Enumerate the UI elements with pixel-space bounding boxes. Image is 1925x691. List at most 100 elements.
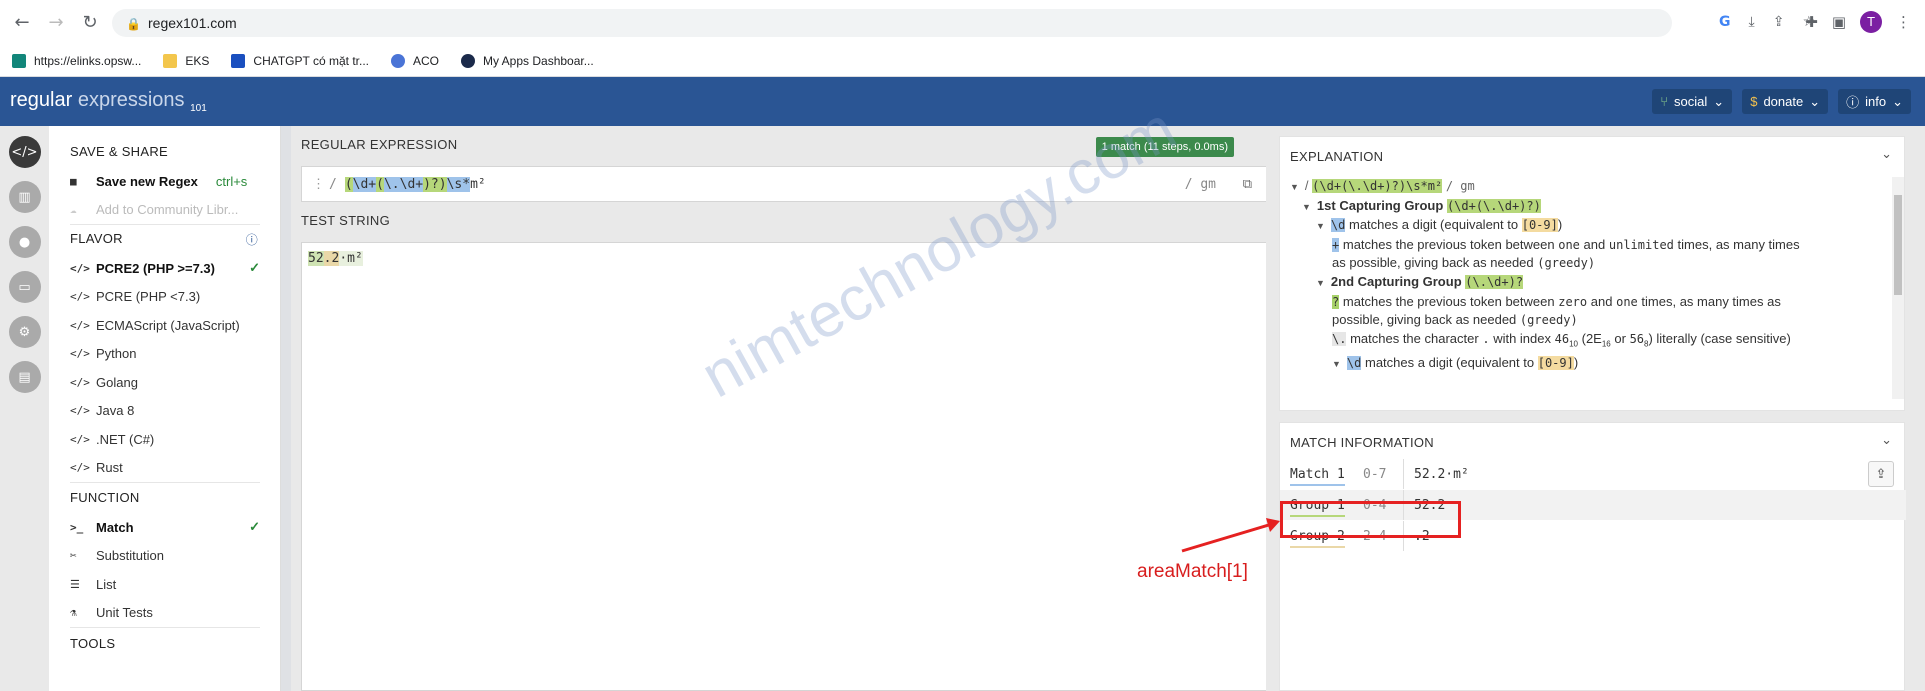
side-panel-icon[interactable]: ▣ xyxy=(1832,13,1846,31)
test-string-input[interactable]: 52.2·m² xyxy=(301,242,1267,691)
code-icon: </> xyxy=(70,404,90,418)
function-match[interactable]: >_ Match ✓ xyxy=(70,513,260,542)
donate-button[interactable]: $ donate ⌄ xyxy=(1742,89,1829,114)
icon-bar: </> ▥ ● ▭ ⚙ ▤ xyxy=(0,126,49,691)
triangle-icon[interactable]: ▼ xyxy=(1302,202,1311,212)
code-icon: </> xyxy=(70,347,90,361)
plus-token-line: + matches the previous token between one… xyxy=(1332,236,1800,252)
regex-flags[interactable]: / gm xyxy=(1185,177,1216,192)
regex-section-title: REGULAR EXPRESSION xyxy=(301,137,458,152)
install-icon[interactable]: ⤓ xyxy=(1749,14,1755,30)
save-share-title: SAVE & SHARE xyxy=(70,144,169,159)
function-substitution[interactable]: ✂ Substitution xyxy=(70,542,260,571)
chevron-down-icon: ⌄ xyxy=(1713,93,1725,109)
cloud-icon: ☁ xyxy=(70,203,77,217)
profile-avatar[interactable]: T xyxy=(1860,11,1882,33)
dot-token-line: \. matches the character . with index 46… xyxy=(1332,330,1791,349)
site-icon xyxy=(231,53,246,68)
bookmark-chatgpt[interactable]: CHATGPT có mặt tr... xyxy=(231,53,369,68)
explanation-scrollbar[interactable] xyxy=(1892,177,1904,399)
dollar-icon: $ xyxy=(1750,94,1758,109)
regex-text: (\d+(\.\d+)?)\s*m² xyxy=(344,176,486,192)
explanation-title: EXPLANATION xyxy=(1290,149,1384,164)
chevron-down-icon: ⌄ xyxy=(1892,93,1903,109)
terminal-icon: >_ xyxy=(70,520,84,534)
flavor-golang[interactable]: </> Golang xyxy=(70,368,260,397)
check-icon: ✓ xyxy=(249,260,260,276)
add-to-library-button: ☁ Add to Community Libr... xyxy=(70,202,239,218)
code-icon: </> xyxy=(70,290,90,304)
bookmark-aco[interactable]: ACO xyxy=(390,53,439,68)
chat-icon[interactable]: ▤ xyxy=(8,361,41,393)
library-icon[interactable]: ▥ xyxy=(8,181,41,213)
user-icon[interactable]: ● xyxy=(8,226,41,258)
share-page-icon[interactable]: ⇪ xyxy=(1773,14,1785,30)
match-name: Match 1 xyxy=(1290,466,1345,486)
settings-icon[interactable]: ⚙ xyxy=(8,316,41,348)
app-header: regular expressions 101 ⑂ social ⌄ $ donate… xyxy=(0,77,1925,126)
folder-icon xyxy=(163,53,178,68)
browser-toolbar: ← → ↻ 🔒 regex101.com G ⤓ ⇪ ☆ ✚ ▣ T ⋮ xyxy=(0,0,1925,45)
regex-input[interactable]: ⋮ / (\d+(\.\d+)?)\s*m² / gm ⧉ xyxy=(301,166,1267,202)
extensions-icon[interactable]: ✚ xyxy=(1805,13,1818,31)
flavor-ecmascript[interactable]: </> ECMAScript (JavaScript) xyxy=(70,311,260,340)
help-icon[interactable]: ⓘ xyxy=(246,231,258,248)
chevron-down-icon[interactable]: ⌄ xyxy=(1881,433,1892,448)
copy-icon[interactable]: ⧉ xyxy=(1243,177,1252,192)
lock-icon: 🔒 xyxy=(126,17,141,31)
group2-heading: ▼ 2nd Capturing Group (\.\d+)? xyxy=(1316,273,1524,289)
triangle-icon[interactable]: ▼ xyxy=(1316,278,1325,288)
match-row[interactable]: Match 1 0-7 52.2·m² xyxy=(1280,459,1906,489)
plus-token-line-2: as possible, giving back as needed (gree… xyxy=(1332,255,1596,271)
triangle-icon[interactable]: ▼ xyxy=(1316,221,1325,231)
scrollbar-thumb[interactable] xyxy=(1894,195,1902,295)
function-list[interactable]: ☰ List xyxy=(70,570,260,599)
code-icon[interactable]: </> xyxy=(8,136,41,168)
digit-token-line: ▼ \d matches a digit (equivalent to [0-9]… xyxy=(1316,217,1563,233)
flavor-java8[interactable]: </> Java 8 xyxy=(70,397,260,426)
scissors-icon: ✂ xyxy=(70,549,77,563)
question-token-line-2: possible, giving back as needed (greedy) xyxy=(1332,312,1578,328)
check-icon: ✓ xyxy=(249,519,260,535)
google-icon[interactable]: G xyxy=(1719,14,1731,30)
info-button[interactable]: ⓘ info ⌄ xyxy=(1838,89,1911,114)
address-bar[interactable]: 🔒 regex101.com xyxy=(112,9,1672,37)
header-buttons: ⑂ social ⌄ $ donate ⌄ ⓘ info ⌄ xyxy=(1652,89,1911,114)
flavor-dotnet[interactable]: </> .NET (C#) xyxy=(70,425,260,454)
triangle-icon[interactable]: ▼ xyxy=(1332,359,1341,369)
bookmark-eks[interactable]: EKS xyxy=(163,53,209,68)
tools-title: TOOLS xyxy=(70,636,116,651)
regex-delimiter: / xyxy=(329,176,337,192)
function-unit-tests[interactable]: ⚗ Unit Tests xyxy=(70,599,260,628)
drag-handle-icon[interactable]: ⋮ xyxy=(312,177,325,192)
logo[interactable]: regular expressions 101 xyxy=(10,89,207,114)
url-text: regex101.com xyxy=(148,15,237,31)
code-icon: </> xyxy=(70,318,90,332)
flavor-title: FLAVOR ⓘ xyxy=(70,231,258,248)
quiz-icon[interactable]: ▭ xyxy=(8,271,41,303)
menu-icon[interactable]: ⋮ xyxy=(1896,13,1911,31)
code-icon: </> xyxy=(70,375,90,389)
flavor-pcre2[interactable]: </> PCRE2 (PHP >=7.3) ✓ xyxy=(70,254,260,283)
bookmark-elinks[interactable]: https://elinks.opsw... xyxy=(12,53,141,68)
forward-icon[interactable]: → xyxy=(44,11,68,35)
right-panels: EXPLANATION ⌄ ▼ / (\d+(\.\d+)?)\s*m² / gm… xyxy=(1266,126,1925,691)
flavor-rust[interactable]: </> Rust xyxy=(70,454,260,483)
share-icon: ⑂ xyxy=(1660,94,1669,109)
annotation-highlight-box xyxy=(1280,501,1461,538)
function-title: FUNCTION xyxy=(70,490,140,505)
triangle-icon[interactable]: ▼ xyxy=(1290,182,1299,192)
reload-icon[interactable]: ↻ xyxy=(78,11,102,35)
chevron-down-icon[interactable]: ⌄ xyxy=(1881,147,1892,162)
flavor-pcre[interactable]: </> PCRE (PHP <7.3) xyxy=(70,283,260,312)
flask-icon: ⚗ xyxy=(70,606,77,620)
save-regex-button[interactable]: ■ Save new Regex ctrl+s xyxy=(70,167,260,196)
match-info-title: MATCH INFORMATION xyxy=(1290,435,1434,450)
question-token-line: ? matches the previous token between zer… xyxy=(1332,293,1781,309)
annotation-label: areaMatch[1] xyxy=(1137,561,1248,582)
bookmark-myapps[interactable]: My Apps Dashboar... xyxy=(461,53,594,68)
social-button[interactable]: ⑂ social ⌄ xyxy=(1652,89,1733,114)
divider xyxy=(70,224,260,225)
back-icon[interactable]: ← xyxy=(10,11,34,35)
flavor-python[interactable]: </> Python xyxy=(70,340,260,369)
